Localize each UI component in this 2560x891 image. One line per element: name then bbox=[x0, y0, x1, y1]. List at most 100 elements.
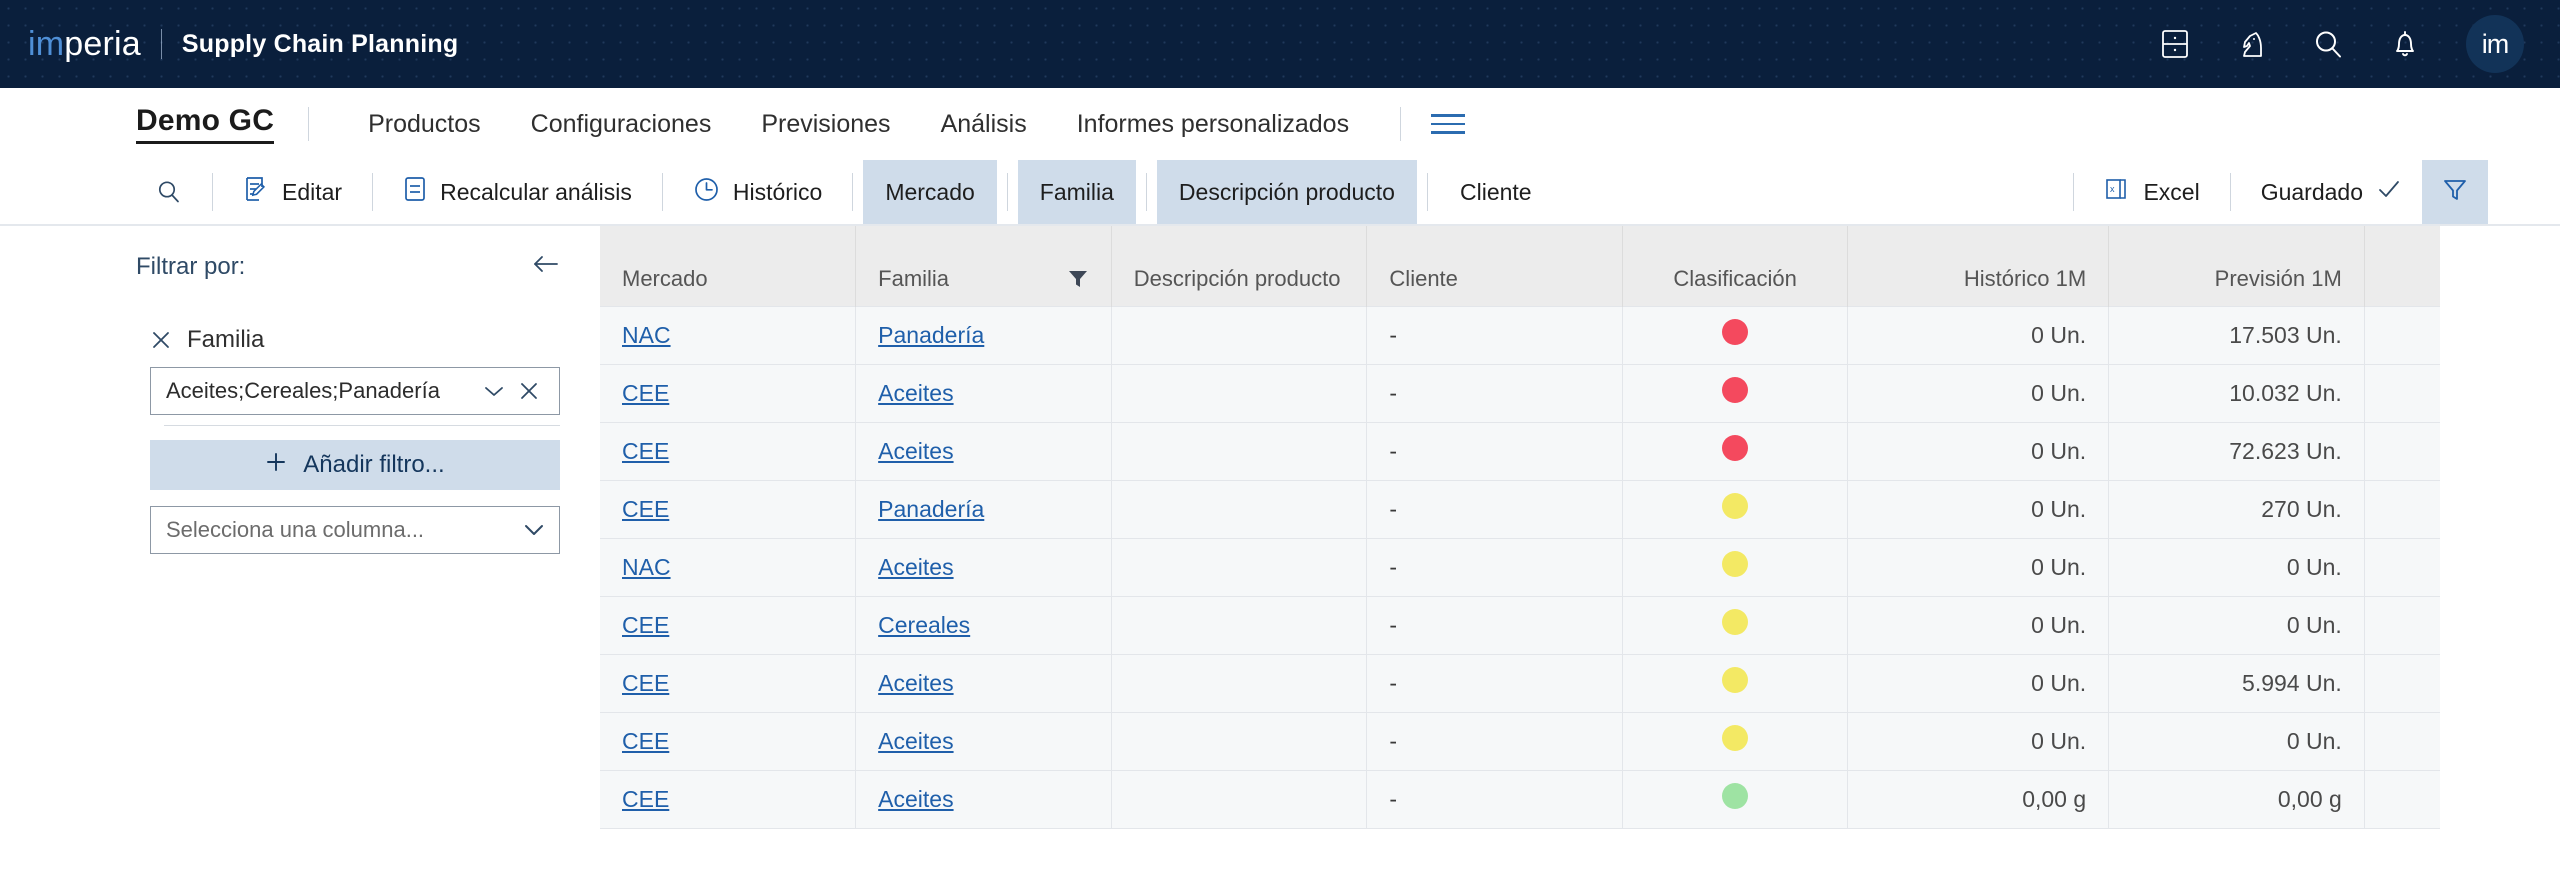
chip-mercado[interactable]: Mercado bbox=[863, 160, 997, 224]
remove-filter-icon[interactable] bbox=[150, 329, 172, 351]
toolbar-right-group: x Excel Guardado bbox=[2063, 160, 2488, 224]
classification-dot-red bbox=[1722, 377, 1749, 403]
column-header-cliente[interactable]: Cliente bbox=[1366, 226, 1624, 306]
avatar[interactable]: im bbox=[2466, 15, 2524, 73]
chevron-down-icon[interactable] bbox=[476, 384, 512, 398]
column-select[interactable]: Selecciona una columna... bbox=[150, 506, 560, 554]
familia-link[interactable]: Aceites bbox=[878, 554, 953, 580]
column-header-descripcion-producto[interactable]: Descripción producto bbox=[1111, 226, 1368, 306]
mercado-link[interactable]: CEE bbox=[622, 380, 669, 406]
chip-familia[interactable]: Familia bbox=[1017, 160, 1136, 224]
clear-value-icon[interactable] bbox=[512, 381, 546, 401]
column-header-clasificacion[interactable]: Clasificación bbox=[1622, 226, 1849, 306]
column-header-historico-1m[interactable]: Histórico 1M bbox=[1847, 226, 2110, 306]
familia-link[interactable]: Aceites bbox=[878, 728, 953, 754]
cell-mercado: CEE bbox=[600, 770, 857, 829]
add-filter-button[interactable]: Añadir filtro... bbox=[150, 440, 560, 490]
chess-knight-icon[interactable] bbox=[2236, 28, 2266, 60]
cell-familia: Cereales bbox=[855, 596, 1112, 655]
cell-cliente: - bbox=[1366, 305, 1624, 365]
mercado-link[interactable]: CEE bbox=[622, 670, 669, 696]
table-row[interactable]: CEE Aceites - 0 Un. 72.623 Un. bbox=[600, 422, 2440, 481]
column-header-familia[interactable]: Familia bbox=[855, 226, 1112, 306]
mercado-link[interactable]: CEE bbox=[622, 728, 669, 754]
recalculate-icon bbox=[403, 175, 427, 209]
table-row[interactable]: NAC Panadería - 0 Un. 17.503 Un. bbox=[600, 305, 2440, 365]
table-row[interactable]: CEE Panadería - 0 Un. 270 Un. bbox=[600, 480, 2440, 539]
history-button[interactable]: Histórico bbox=[673, 160, 842, 224]
mercado-link[interactable]: CEE bbox=[622, 438, 669, 464]
nav-item-productos[interactable]: Productos bbox=[343, 110, 506, 139]
add-filter-label: Añadir filtro... bbox=[303, 451, 445, 478]
cell-descripcion-producto bbox=[1111, 596, 1368, 655]
saved-status-button[interactable]: Guardado bbox=[2241, 160, 2422, 224]
mercado-link[interactable]: CEE bbox=[622, 786, 669, 812]
bell-icon[interactable] bbox=[2390, 28, 2420, 60]
logo-im-mark: im bbox=[28, 25, 65, 63]
cell-descripcion-producto bbox=[1111, 364, 1368, 423]
filter-value-input[interactable]: Aceites;Cereales;Panadería bbox=[150, 367, 560, 415]
mercado-link[interactable]: NAC bbox=[622, 554, 671, 580]
chip-mercado-label: Mercado bbox=[885, 178, 975, 205]
nav-item-previsiones[interactable]: Previsiones bbox=[736, 110, 915, 139]
column-filter-active-icon[interactable] bbox=[1067, 268, 1089, 290]
familia-link[interactable]: Cereales bbox=[878, 612, 970, 638]
excel-export-button[interactable]: x Excel bbox=[2084, 160, 2219, 224]
filter-field-label: Familia bbox=[187, 326, 265, 353]
nav-item-analisis[interactable]: Análisis bbox=[916, 110, 1052, 139]
table-head: Mercado Familia Descripción producto Cli… bbox=[600, 226, 2440, 306]
familia-link[interactable]: Aceites bbox=[878, 438, 953, 464]
avatar-label: im bbox=[2481, 28, 2509, 59]
column-header-prevision-1m[interactable]: Previsión 1M bbox=[2108, 226, 2365, 306]
familia-link[interactable]: Aceites bbox=[878, 380, 953, 406]
nav-item-configuraciones[interactable]: Configuraciones bbox=[506, 110, 737, 139]
column-header-mercado[interactable]: Mercado bbox=[600, 226, 857, 306]
column-header-descripcion-producto-label: Descripción producto bbox=[1133, 265, 1341, 291]
cell-clasificacion bbox=[1622, 770, 1849, 829]
edit-button[interactable]: Editar bbox=[223, 160, 362, 224]
cell-mercado: CEE bbox=[600, 654, 857, 713]
cell-clasificacion bbox=[1622, 480, 1849, 539]
mercado-link[interactable]: CEE bbox=[622, 612, 669, 638]
cell-clasificacion bbox=[1622, 712, 1849, 771]
familia-link[interactable]: Aceites bbox=[878, 786, 953, 812]
cell-historico-1m: 0 Un. bbox=[1847, 364, 2110, 423]
cell-familia: Aceites bbox=[855, 770, 1112, 829]
database-icon[interactable] bbox=[2160, 28, 2190, 60]
table-row[interactable]: CEE Aceites - 0 Un. 0 Un. bbox=[600, 712, 2440, 771]
table-row[interactable]: CEE Aceites - 0 Un. 5.994 Un. bbox=[600, 654, 2440, 713]
recalculate-analysis-button[interactable]: Recalcular análisis bbox=[383, 160, 652, 224]
arrow-left-icon[interactable] bbox=[530, 252, 560, 281]
cell-prevision-1m: 0 Un. bbox=[2108, 596, 2365, 655]
table-row[interactable]: NAC Aceites - 0 Un. 0 Un. bbox=[600, 538, 2440, 597]
mercado-link[interactable]: CEE bbox=[622, 496, 669, 522]
chip-descripcion-producto-label: Descripción producto bbox=[1178, 178, 1395, 205]
toolbar-divider bbox=[212, 173, 213, 211]
search-icon[interactable] bbox=[2312, 28, 2344, 60]
familia-link[interactable]: Aceites bbox=[878, 670, 953, 696]
content-area: Filtrar por: Familia Aceites;Cereales;Pa… bbox=[0, 226, 2560, 881]
toolbar-divider-5 bbox=[2073, 173, 2075, 211]
cell-historico-1m: 0 Un. bbox=[1847, 480, 2110, 539]
cell-mercado: CEE bbox=[600, 712, 857, 771]
chevron-down-icon[interactable] bbox=[522, 517, 546, 543]
mercado-link[interactable]: NAC bbox=[622, 322, 671, 348]
workspace-selector[interactable]: Demo GC bbox=[136, 104, 275, 144]
cell-familia: Aceites bbox=[855, 712, 1112, 771]
chip-divider-2 bbox=[1145, 173, 1147, 211]
table-row[interactable]: CEE Aceites - 0,00 g 0,00 g bbox=[600, 770, 2440, 829]
imperia-logo[interactable]: im peria bbox=[28, 27, 141, 61]
hamburger-icon[interactable] bbox=[1427, 108, 1469, 140]
chip-descripcion-producto[interactable]: Descripción producto bbox=[1156, 160, 1417, 224]
table-row[interactable]: CEE Aceites - 0 Un. 10.032 Un. bbox=[600, 364, 2440, 423]
filter-toggle-button[interactable] bbox=[2422, 160, 2488, 224]
familia-link[interactable]: Panadería bbox=[878, 496, 984, 522]
table-row[interactable]: CEE Cereales - 0 Un. 0 Un. bbox=[600, 596, 2440, 655]
search-button[interactable] bbox=[136, 160, 202, 224]
cell-cliente: - bbox=[1366, 480, 1624, 539]
cell-descripcion-producto bbox=[1111, 305, 1368, 365]
familia-link[interactable]: Panadería bbox=[878, 322, 984, 348]
classification-dot-red bbox=[1722, 435, 1749, 461]
chip-cliente[interactable]: Cliente bbox=[1438, 160, 1554, 224]
nav-item-informes-personalizados[interactable]: Informes personalizados bbox=[1052, 110, 1374, 139]
